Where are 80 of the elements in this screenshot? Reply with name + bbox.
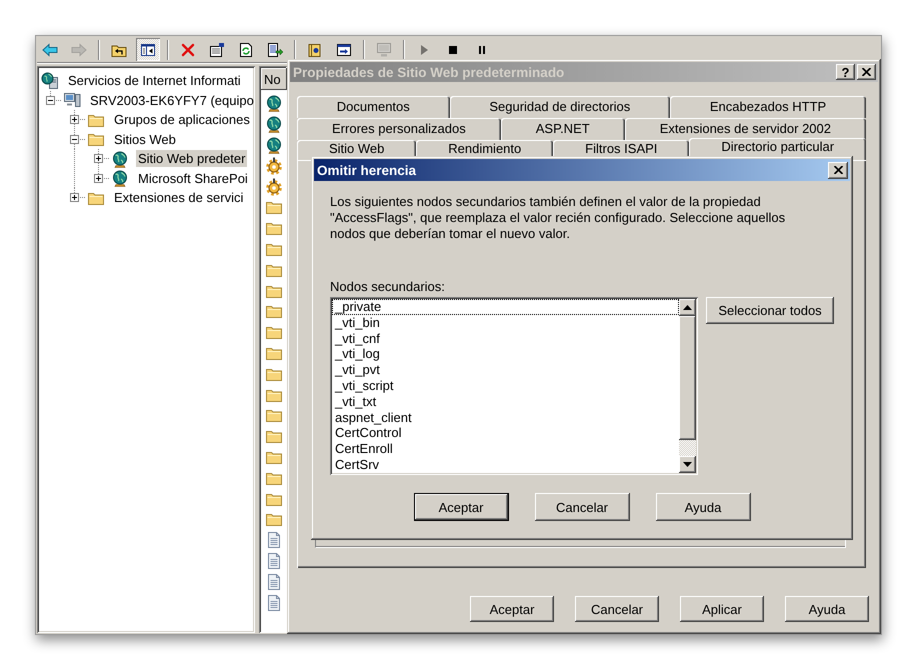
scrollbar[interactable] [679, 299, 696, 473]
list-item[interactable]: _vti_txt [332, 394, 679, 410]
tab[interactable]: Seguridad de directorios [450, 96, 670, 118]
list-box[interactable]: _private _vti_bin _vti_cnf _vti_log _vti_pvt _vti_script _vti_txt aspnet_client CertControl CertEnroll CertSrv [330, 297, 698, 475]
expand-icon[interactable] [70, 115, 79, 124]
document-icon [265, 594, 283, 612]
list-item[interactable]: CertControl [332, 425, 679, 442]
tree-item[interactable]: Grupos de aplicaciones [112, 111, 252, 128]
list-item[interactable]: _vti_bin [332, 314, 679, 331]
dialog-title: Propiedades de Sitio Web predeterminado [293, 64, 566, 80]
tab[interactable]: Extensiones de servidor 2002 [624, 118, 866, 140]
globe-icon [265, 94, 283, 112]
document-icon [265, 572, 283, 591]
dialog-button[interactable]: Cancelar [534, 493, 630, 521]
tree-item[interactable]: Servicios de Internet Informati [66, 72, 243, 90]
dialog-title: Omitir herencia [317, 162, 418, 178]
list-label: Nodos secundarios: [330, 279, 445, 295]
list-item[interactable]: CertSrv [332, 456, 679, 473]
tab[interactable]: ASP.NET [500, 118, 625, 140]
window-icon [336, 42, 352, 58]
toolbar-button[interactable] [136, 38, 160, 61]
refresh-icon [238, 42, 254, 58]
dialog-button[interactable]: Ayuda [656, 493, 750, 521]
collapse-icon[interactable] [70, 134, 79, 144]
tree-item[interactable]: Microsoft SharePoi [136, 170, 250, 187]
expand-icon[interactable] [94, 174, 103, 183]
dialog-button[interactable]: Ayuda [785, 596, 869, 622]
expand-icon[interactable] [94, 154, 103, 164]
globe-icon [111, 169, 129, 188]
server-globe-icon [41, 72, 59, 90]
gear-icon [265, 178, 283, 196]
properties-icon [209, 42, 225, 58]
list-item[interactable]: CertEnroll [332, 441, 679, 457]
back-arrow-icon [42, 42, 58, 58]
tree-item[interactable]: Extensiones de servici [112, 189, 246, 206]
list-item[interactable]: _vti_cnf [332, 330, 679, 346]
close-icon [862, 68, 871, 76]
dialog-button[interactable]: Aceptar [414, 493, 508, 521]
column-header[interactable]: No [261, 68, 287, 90]
scroll-track[interactable] [679, 440, 696, 456]
close-button[interactable] [828, 162, 848, 178]
list-item[interactable]: _private [332, 299, 679, 315]
collapse-icon[interactable] [46, 96, 55, 105]
computer-icon [63, 91, 81, 110]
globe-icon [111, 150, 129, 168]
scroll-thumb[interactable] [679, 316, 696, 440]
dialog-message: Los siguientes nodos secundarios también definen el valor de la propiedad "AccessFlags", que reemplaza el valor recién configurado. Seleccione aquellos nodos que deberían tomar el nuevo valor. [330, 194, 786, 242]
dialog-button[interactable]: Aplicar [680, 596, 764, 622]
up-arrow-icon [683, 305, 692, 310]
scroll-down-button[interactable] [679, 456, 696, 473]
tab[interactable]: Errores personalizados [297, 118, 501, 140]
list-item[interactable]: _vti_log [332, 346, 679, 362]
close-icon [834, 166, 842, 174]
dialog-button[interactable]: Cancelar [575, 596, 659, 622]
globe-icon [265, 136, 283, 154]
document-icon [265, 552, 283, 570]
globe-icon [265, 115, 283, 134]
list-item[interactable]: _vti_pvt [332, 362, 679, 378]
tab[interactable]: Documentos [297, 96, 450, 118]
computer-icon [376, 42, 392, 58]
list-export-icon [267, 42, 283, 58]
help-button[interactable]: ? [836, 64, 855, 80]
tree-item[interactable]: Sitios Web [112, 130, 178, 148]
scroll-up-button[interactable] [679, 299, 696, 316]
down-arrow-icon [683, 462, 692, 467]
tab[interactable]: Encabezados HTTP [670, 96, 866, 118]
panes-icon [140, 42, 156, 58]
tree-item[interactable]: SRV2003-EK6YFY7 (equipo [88, 92, 255, 109]
forward-arrow-icon [71, 42, 87, 58]
delete-icon [180, 42, 196, 58]
gear-icon [265, 156, 283, 175]
book-icon [307, 42, 323, 58]
tree-item[interactable]: Sitio Web predeter [136, 150, 248, 168]
select-all-button[interactable]: Seleccionar todos [706, 297, 834, 324]
expand-icon[interactable] [70, 193, 79, 202]
dialog-button[interactable]: Aceptar [470, 596, 554, 622]
list-item[interactable]: aspnet_client [332, 410, 679, 426]
close-button[interactable] [857, 64, 876, 80]
list-item[interactable]: _vti_script [332, 378, 679, 394]
document-icon [265, 531, 283, 550]
